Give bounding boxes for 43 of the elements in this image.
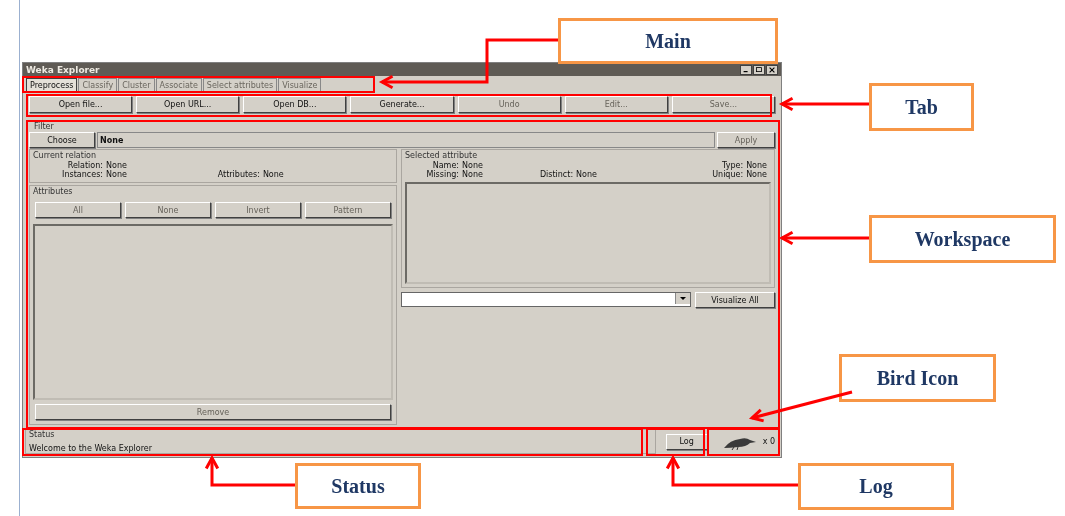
tab[interactable]: Preprocess [26,78,78,91]
field-label: Attributes: [216,170,260,179]
log-button[interactable]: Log [665,433,708,450]
field-label: Type: [722,161,744,170]
field-value: None [106,170,127,179]
group-title: Selected attribute [405,151,478,160]
filter-field[interactable]: None [97,132,715,148]
minimize-icon[interactable] [740,64,752,75]
status-title: Status [29,430,56,439]
field-value: None [106,161,127,170]
field-label: Name: [431,161,459,170]
field-value: None [746,170,767,179]
callout-label: Main [558,18,778,64]
field-value: None [462,161,483,170]
attribute-dropdown[interactable] [401,292,691,307]
field-label: Distinct: [539,170,574,179]
maximize-icon[interactable] [753,64,765,75]
toolbar-button[interactable]: Open DB... [243,96,347,113]
toolbar-button[interactable]: Open URL... [136,96,240,113]
task-count: x 0 [762,437,775,446]
field-value: None [576,170,598,179]
callout-label: Log [798,463,954,510]
callout-label: Tab [869,83,974,131]
field-value: None [262,170,285,179]
field-label: Relation: [66,161,103,170]
close-icon[interactable] [766,64,778,75]
toolbar-button[interactable]: Generate... [350,96,454,113]
group-title: Current relation [33,151,97,160]
group-title: Attributes [33,187,74,196]
field-value: None [462,170,483,179]
callout-label: Bird Icon [839,354,996,402]
field-value: None [746,161,767,170]
group-title: Filter [34,122,54,131]
status-message: Welcome to the Weka Explorer [29,444,153,453]
window-title: Weka Explorer [26,64,100,75]
visualize-all-button[interactable]: Visualize All [695,292,775,308]
toolbar-button[interactable]: Open file... [29,96,133,113]
field-label: Missing: [425,170,459,179]
field-label: Unique: [711,170,744,179]
choose-button[interactable]: Choose [29,132,95,148]
callout-label: Workspace [869,215,1056,263]
callout-label: Status [295,463,421,509]
field-label: Instances: [61,170,103,179]
